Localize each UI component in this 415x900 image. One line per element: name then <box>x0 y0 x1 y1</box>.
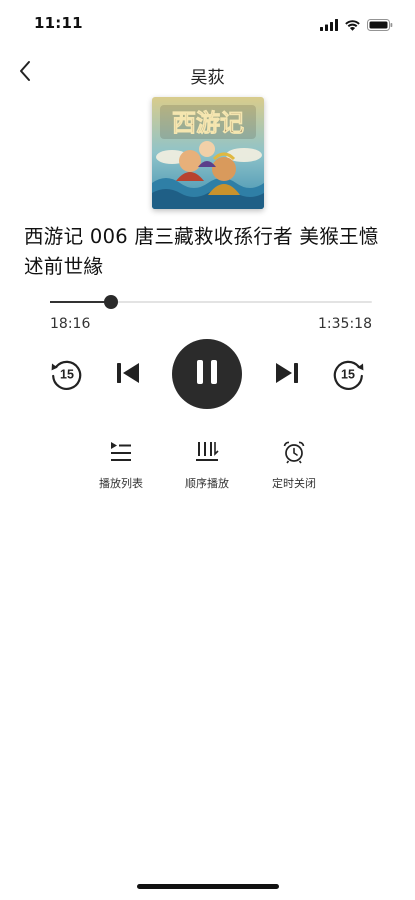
track-title: 西游记 006 唐三藏救收孫行者 美猴王憶述前世緣 <box>24 225 379 278</box>
album-cover: 西游记 <box>152 97 264 209</box>
nav-bar: 吴荻 <box>0 52 415 96</box>
status-icons <box>320 16 393 35</box>
forward-seconds: 15 <box>341 368 355 382</box>
battery-icon <box>367 16 393 35</box>
tool-label-sequential: 顺序播放 <box>185 477 229 490</box>
pause-button[interactable] <box>172 339 242 409</box>
skip-next-icon <box>273 361 301 389</box>
sequential-play-icon <box>194 440 220 468</box>
tool-label-playlist: 播放列表 <box>99 477 143 490</box>
playlist-icon <box>108 440 134 468</box>
sleep-timer-button[interactable]: 定时关闭 <box>254 440 334 491</box>
progress-fill <box>50 301 112 303</box>
rewind-seconds: 15 <box>60 368 74 382</box>
forward-15-button[interactable]: 15 <box>330 356 368 394</box>
next-track-button[interactable] <box>271 360 303 390</box>
signal-icon <box>320 16 338 35</box>
progress-bar[interactable] <box>50 295 372 309</box>
tool-label-timer: 定时关闭 <box>272 477 316 490</box>
cover-title-art: 西游记 <box>172 108 244 137</box>
page-title: 吴荻 <box>190 68 225 88</box>
forward-15-icon: 15 <box>330 354 368 396</box>
progress-knob[interactable] <box>104 295 119 309</box>
sequential-play-button[interactable]: 顺序播放 <box>167 440 247 491</box>
pause-icon <box>195 359 219 389</box>
status-time: 11:11 <box>34 14 83 32</box>
rewind-15-button[interactable]: 15 <box>47 356 85 394</box>
previous-track-button[interactable] <box>112 360 144 390</box>
playlist-button[interactable]: 播放列表 <box>81 440 161 491</box>
skip-previous-icon <box>114 361 142 389</box>
alarm-clock-icon <box>281 440 307 468</box>
status-bar: 11:11 <box>0 0 415 48</box>
elapsed-time: 18:16 <box>50 316 91 332</box>
total-time: 1:35:18 <box>318 316 372 332</box>
rewind-15-icon: 15 <box>47 354 85 396</box>
wifi-icon <box>344 16 361 35</box>
home-indicator[interactable] <box>137 884 279 889</box>
